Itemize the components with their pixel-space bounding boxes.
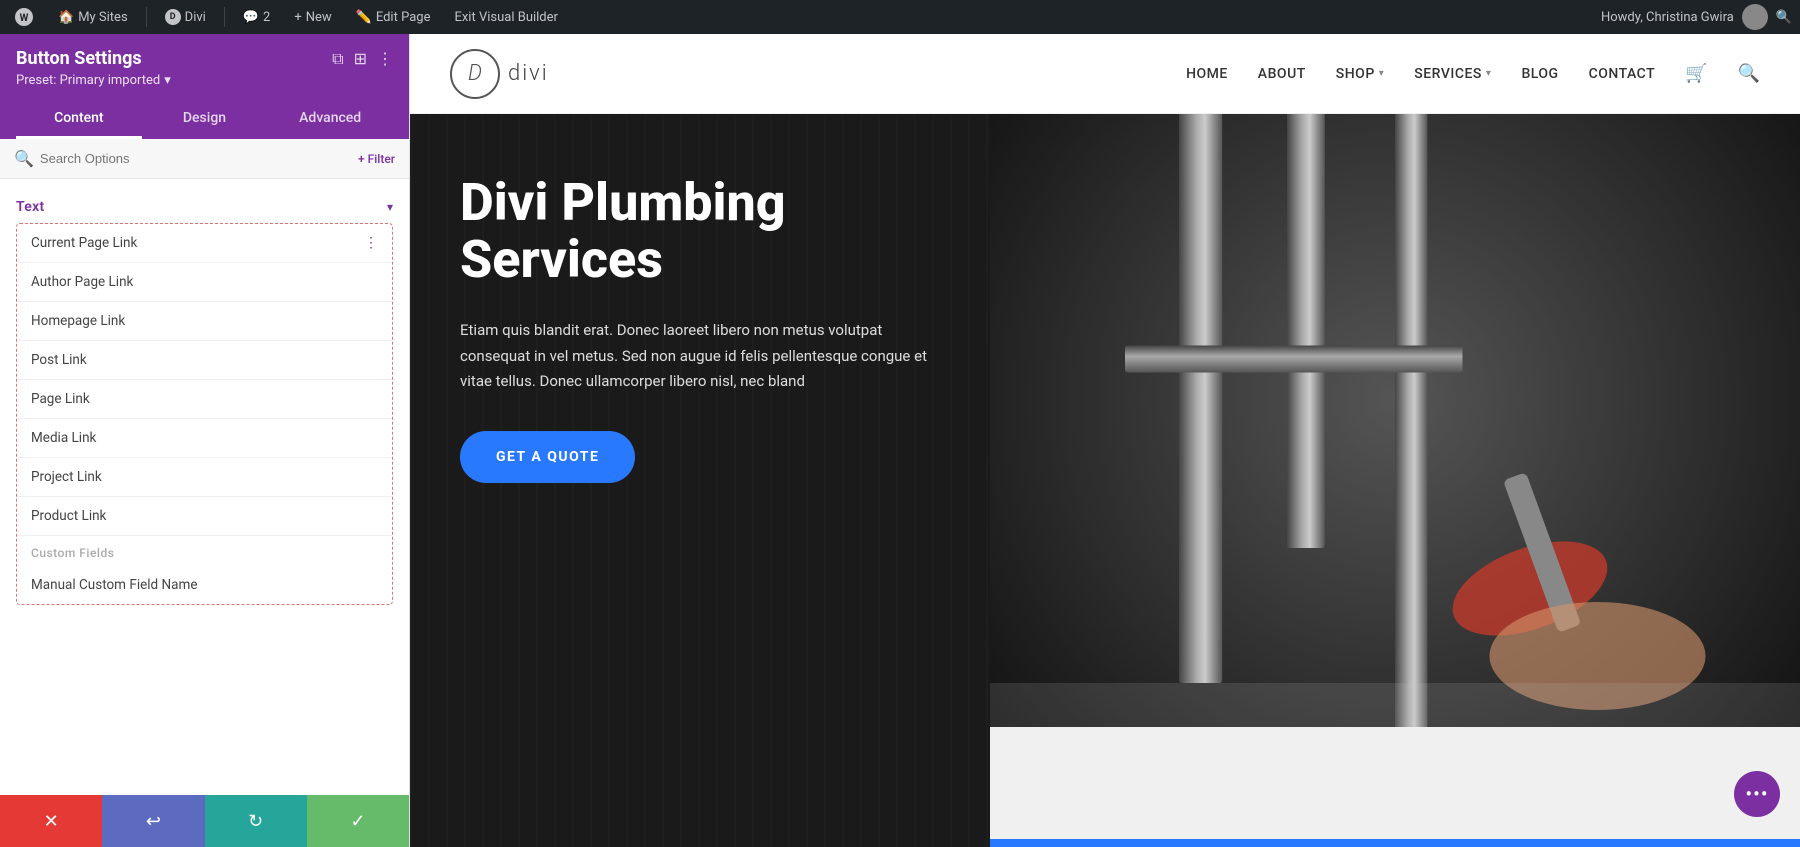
- list-item-product-link[interactable]: Product Link: [17, 497, 392, 536]
- copy-icon[interactable]: ⧉: [332, 49, 343, 69]
- main-layout: Button Settings ⧉ ⊞ ⋮ Preset: Primary im…: [0, 34, 1800, 847]
- nav-about[interactable]: About: [1258, 66, 1306, 82]
- tab-design[interactable]: Design: [142, 100, 268, 139]
- list-item-post-link[interactable]: Post Link: [17, 341, 392, 380]
- list-item-homepage-link[interactable]: Homepage Link: [17, 302, 392, 341]
- sidebar-search-bar: 🔍 + Filter: [0, 139, 409, 179]
- admin-user-label: Howdy, Christina Gwira: [1601, 10, 1734, 25]
- text-dropdown-list: Current Page Link ⋮ Author Page Link ⋮ H…: [16, 223, 393, 605]
- logo-circle: D: [450, 49, 500, 99]
- chevron-down-icon: ▾: [1379, 68, 1385, 79]
- list-item-page-link[interactable]: Page Link: [17, 380, 392, 419]
- floating-action-button[interactable]: •••: [1734, 771, 1780, 817]
- text-section-title: Text: [16, 199, 44, 215]
- list-item-media-link[interactable]: Media Link: [17, 419, 392, 458]
- hero-description: Etiam quis blandit erat. Donec laoreet l…: [460, 318, 940, 395]
- nav-shop[interactable]: Shop ▾: [1336, 66, 1385, 82]
- hero-lower-section: [990, 727, 1800, 847]
- house-icon: 🏠: [58, 10, 74, 25]
- svg-text:W: W: [20, 13, 29, 24]
- options-icon: ⋮: [364, 235, 378, 251]
- nav-services[interactable]: Services ▾: [1414, 66, 1491, 82]
- admin-search-icon[interactable]: 🔍: [1776, 10, 1792, 25]
- admin-divi[interactable]: D Divi: [159, 0, 212, 34]
- plus-icon: +: [294, 10, 301, 25]
- sidebar-tabs: Content Design Advanced: [16, 100, 393, 139]
- blue-accent-bar: [990, 839, 1800, 847]
- nav-contact[interactable]: Contact: [1589, 66, 1656, 82]
- chevron-down-icon: ▾: [164, 73, 171, 88]
- confirm-button[interactable]: ✓: [307, 795, 409, 847]
- search-input[interactable]: [40, 151, 358, 166]
- admin-comments[interactable]: 💬 2: [237, 0, 277, 34]
- chevron-down-icon: ▾: [1486, 68, 1492, 79]
- site-logo: D divi: [450, 49, 549, 99]
- site-navigation: D divi Home About Shop ▾ Services ▾: [410, 34, 1800, 114]
- preview-area: D divi Home About Shop ▾ Services ▾: [410, 34, 1800, 847]
- sidebar-bottom-bar: ✕ ↩ ↻ ✓: [0, 795, 409, 847]
- user-avatar[interactable]: [1742, 4, 1768, 30]
- filter-button[interactable]: + Filter: [358, 152, 395, 166]
- list-item-current-page-link[interactable]: Current Page Link ⋮: [17, 224, 392, 263]
- search-icon[interactable]: 🔍: [1738, 63, 1760, 84]
- grid-icon[interactable]: ⊞: [354, 49, 367, 68]
- search-icon: 🔍: [14, 149, 34, 168]
- sidebar: Button Settings ⧉ ⊞ ⋮ Preset: Primary im…: [0, 34, 410, 847]
- admin-bar: W 🏠 My Sites D Divi 💬 2 + New ✏️ Edit Pa…: [0, 0, 1800, 34]
- nav-blog[interactable]: Blog: [1521, 66, 1558, 82]
- preview-content: Divi Plumbing Services Etiam quis blandi…: [410, 114, 1800, 847]
- sidebar-title: Button Settings: [16, 48, 142, 69]
- list-item-author-page-link[interactable]: Author Page Link ⋮: [17, 263, 392, 302]
- cancel-button[interactable]: ✕: [0, 795, 102, 847]
- wp-logo-item[interactable]: W: [8, 0, 40, 34]
- hero-section-left: Divi Plumbing Services Etiam quis blandi…: [410, 114, 990, 847]
- admin-my-sites[interactable]: 🏠 My Sites: [52, 0, 134, 34]
- tab-content[interactable]: Content: [16, 100, 142, 139]
- logo-text: divi: [508, 61, 549, 86]
- redo-button[interactable]: ↻: [205, 795, 307, 847]
- wordpress-icon: W: [14, 7, 34, 27]
- admin-edit-page[interactable]: ✏️ Edit Page: [350, 0, 437, 34]
- cart-icon[interactable]: 🛒: [1685, 63, 1707, 84]
- comment-icon: 💬: [243, 10, 259, 25]
- sidebar-header-icons: ⧉ ⊞ ⋮: [332, 49, 393, 69]
- nav-home[interactable]: Home: [1186, 66, 1228, 82]
- divider: [146, 7, 147, 27]
- divi-icon: D: [165, 9, 181, 25]
- menu-icon[interactable]: ⋮: [377, 49, 393, 68]
- custom-fields-label: Custom Fields: [17, 536, 392, 566]
- list-item-manual-custom-field[interactable]: Manual Custom Field Name: [17, 566, 392, 604]
- text-section-header[interactable]: Text ▾: [0, 195, 409, 223]
- list-item-project-link[interactable]: Project Link: [17, 458, 392, 497]
- divider: [224, 7, 225, 27]
- admin-bar-right: Howdy, Christina Gwira 🔍: [1601, 4, 1792, 30]
- sidebar-preset[interactable]: Preset: Primary imported ▾: [16, 73, 393, 88]
- pencil-icon: ✏️: [356, 10, 372, 25]
- site-nav-links: Home About Shop ▾ Services ▾ Blog Contac: [1186, 63, 1760, 84]
- undo-button[interactable]: ↩: [102, 795, 204, 847]
- admin-exit-builder[interactable]: Exit Visual Builder: [448, 0, 563, 34]
- admin-new[interactable]: + New: [288, 0, 337, 34]
- sidebar-body: Text ▾ Current Page Link ⋮ Author Page L…: [0, 179, 409, 795]
- hero-title: Divi Plumbing Services: [460, 174, 940, 288]
- chevron-icon: ▾: [387, 200, 393, 214]
- sidebar-title-row: Button Settings ⧉ ⊞ ⋮: [16, 48, 393, 69]
- sidebar-header: Button Settings ⧉ ⊞ ⋮ Preset: Primary im…: [0, 34, 409, 139]
- hero-section-right: •••: [990, 114, 1800, 847]
- tab-advanced[interactable]: Advanced: [267, 100, 393, 139]
- hero-cta-button[interactable]: GET A QUOTE: [460, 431, 635, 483]
